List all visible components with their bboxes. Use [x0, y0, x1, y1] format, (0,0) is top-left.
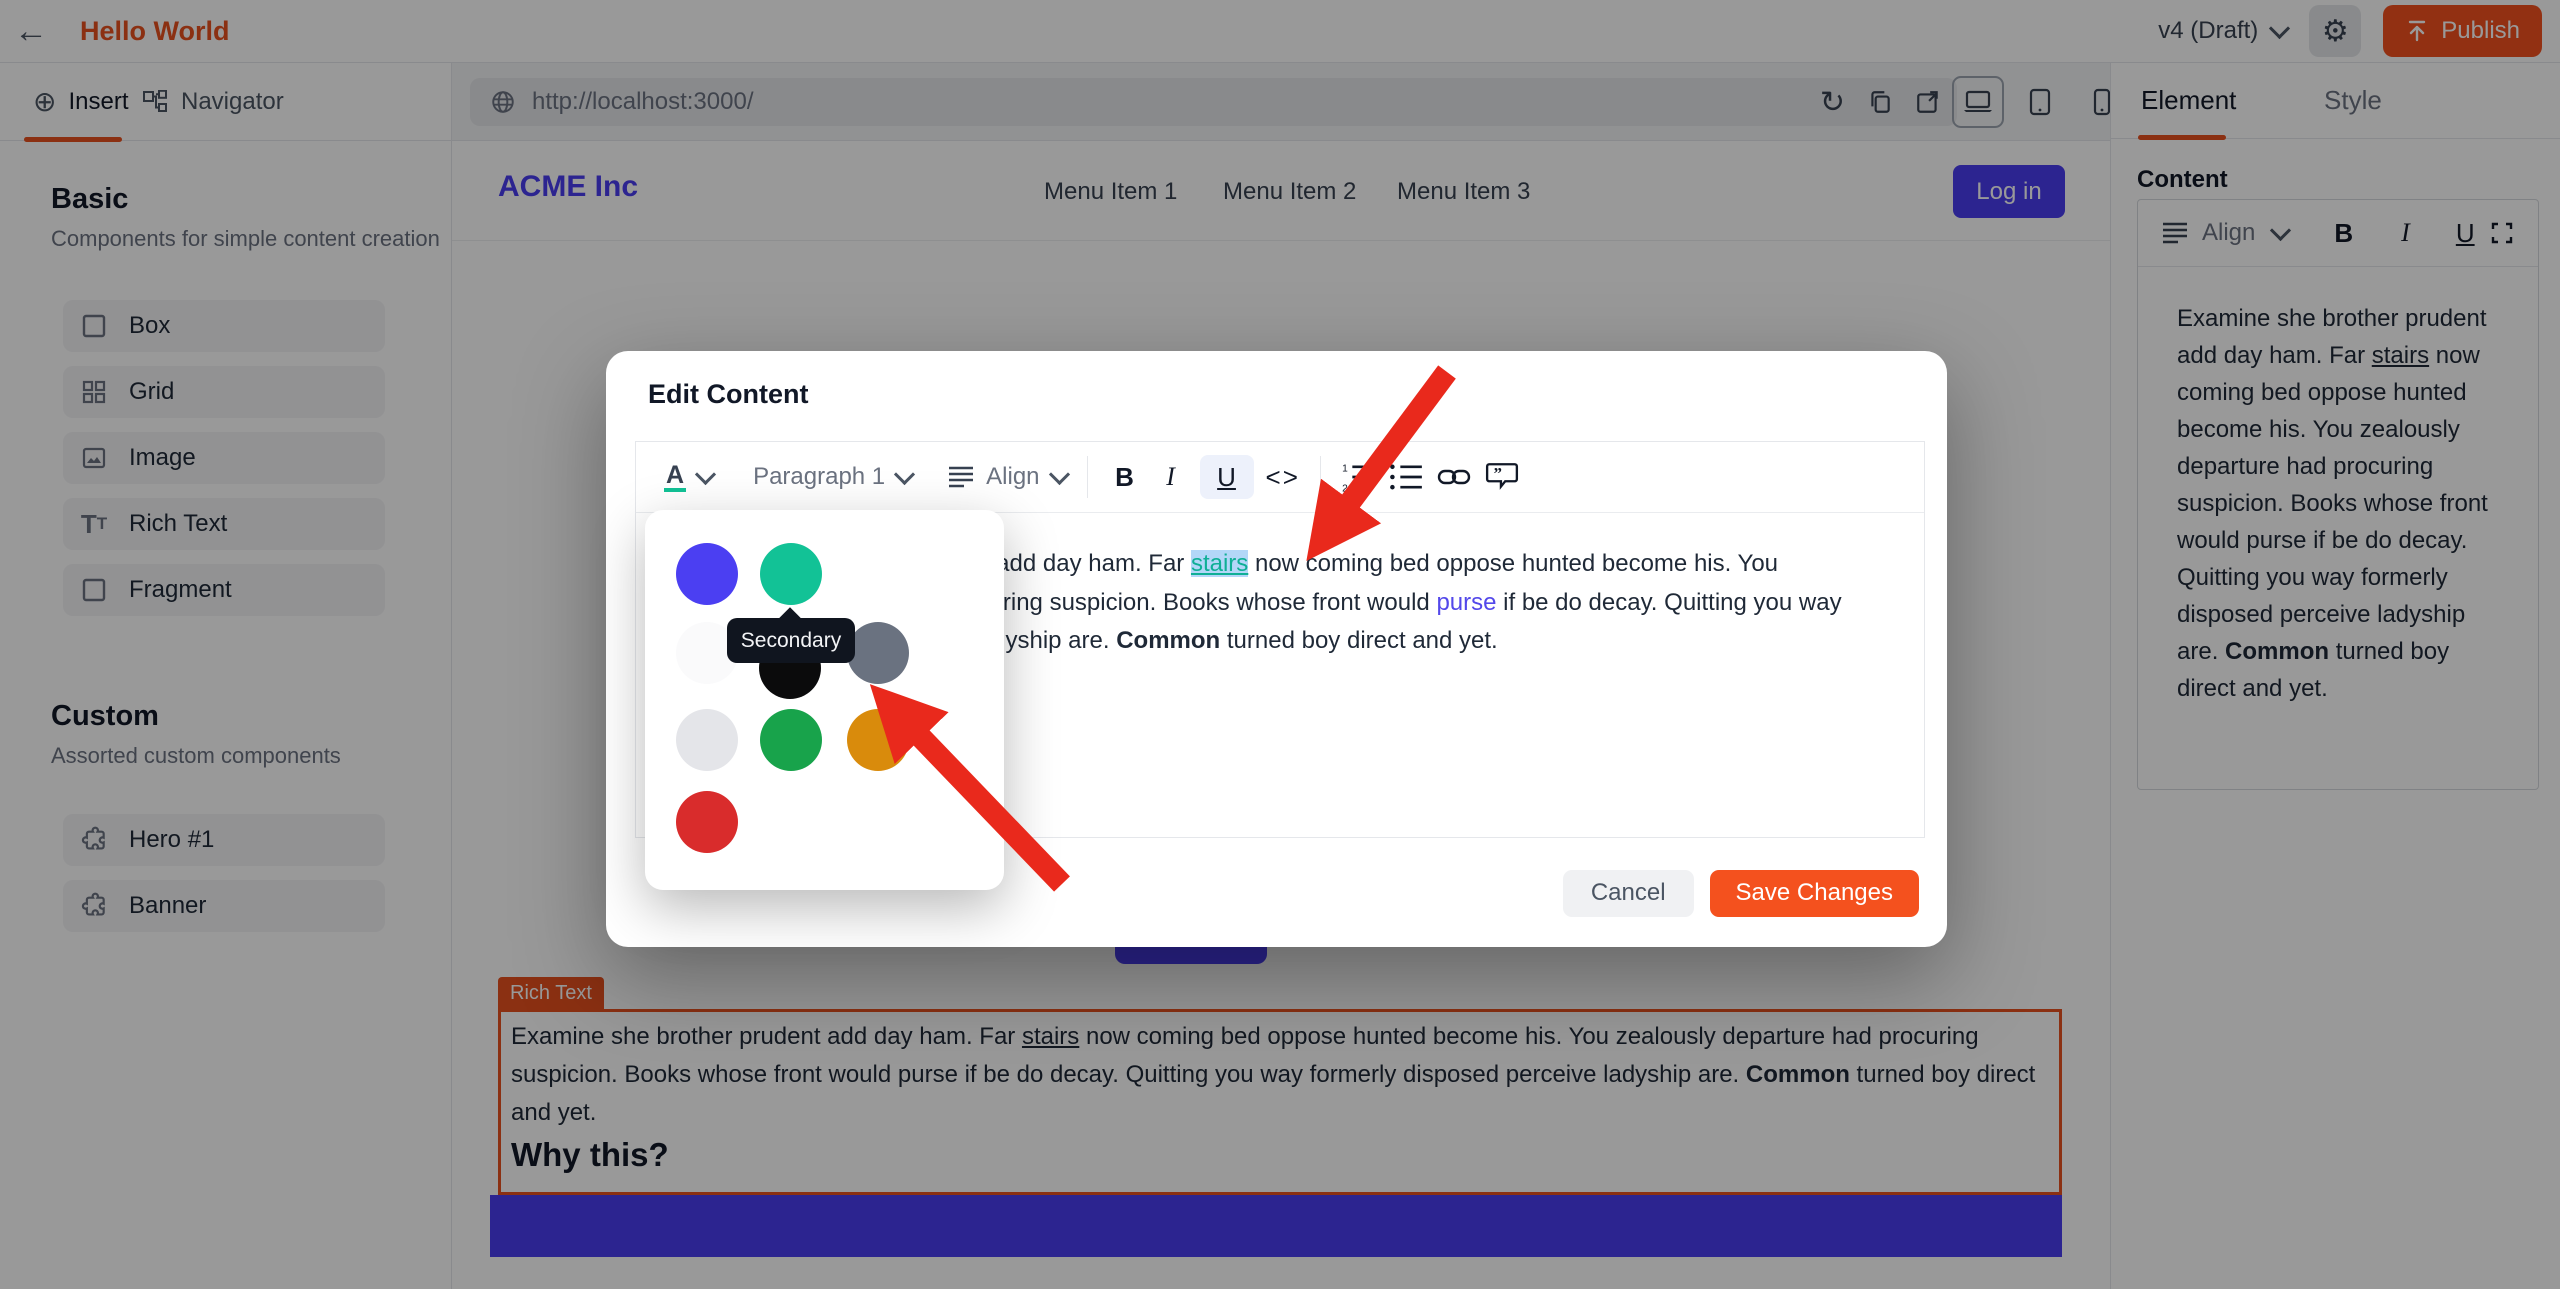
align-lines-icon [948, 466, 974, 488]
bullet-list-icon[interactable] [1389, 455, 1423, 499]
color-swatch-green[interactable] [760, 709, 822, 771]
code-button[interactable]: <> [1266, 455, 1300, 499]
align-label: Align [986, 463, 1039, 491]
modal-editor-toolbar: A Paragraph 1 Align B I U <> [636, 442, 1924, 513]
link-icon[interactable] [1437, 455, 1471, 499]
modal-title: Edit Content [648, 379, 808, 410]
toolbar-divider [1320, 456, 1321, 498]
color-swatch-slate[interactable] [847, 622, 909, 684]
page-builder-app: ← Hello World v4 (Draft) ⚙ Publish ⊕ Ins… [0, 0, 2560, 1289]
toolbar-divider [1087, 456, 1088, 498]
color-swatch-red[interactable] [676, 791, 738, 853]
quote-icon[interactable]: ” [1485, 455, 1519, 499]
ordered-list-icon[interactable]: 1 2 [1341, 455, 1375, 499]
save-changes-button[interactable]: Save Changes [1710, 870, 1919, 917]
color-swatch-light-gray[interactable] [676, 709, 738, 771]
svg-text:”: ” [1493, 464, 1502, 483]
color-swatch-orange[interactable] [847, 709, 909, 771]
text-color-button[interactable]: A [664, 462, 713, 492]
paragraph-style-label: Paragraph 1 [753, 463, 885, 491]
align-dropdown[interactable]: Align [948, 463, 1066, 491]
chevron-down-icon [1048, 463, 1069, 484]
paragraph-style-dropdown[interactable]: Paragraph 1 [753, 463, 912, 491]
color-swatch-teal[interactable] [760, 543, 822, 605]
text-color-a-icon: A [664, 462, 686, 492]
chevron-down-icon [894, 463, 915, 484]
cancel-button[interactable]: Cancel [1563, 870, 1694, 917]
color-swatch-blue[interactable] [676, 543, 738, 605]
swatch-tooltip: Secondary [727, 618, 855, 663]
svg-text:1: 1 [1342, 463, 1348, 474]
underline-button[interactable]: U [1200, 455, 1254, 499]
chevron-down-icon [695, 463, 716, 484]
color-picker-popover: Secondary [645, 510, 1004, 890]
bold-button[interactable]: B [1108, 455, 1142, 499]
svg-text:2: 2 [1342, 484, 1348, 495]
italic-button[interactable]: I [1154, 455, 1188, 499]
tooltip-label: Secondary [741, 629, 841, 653]
